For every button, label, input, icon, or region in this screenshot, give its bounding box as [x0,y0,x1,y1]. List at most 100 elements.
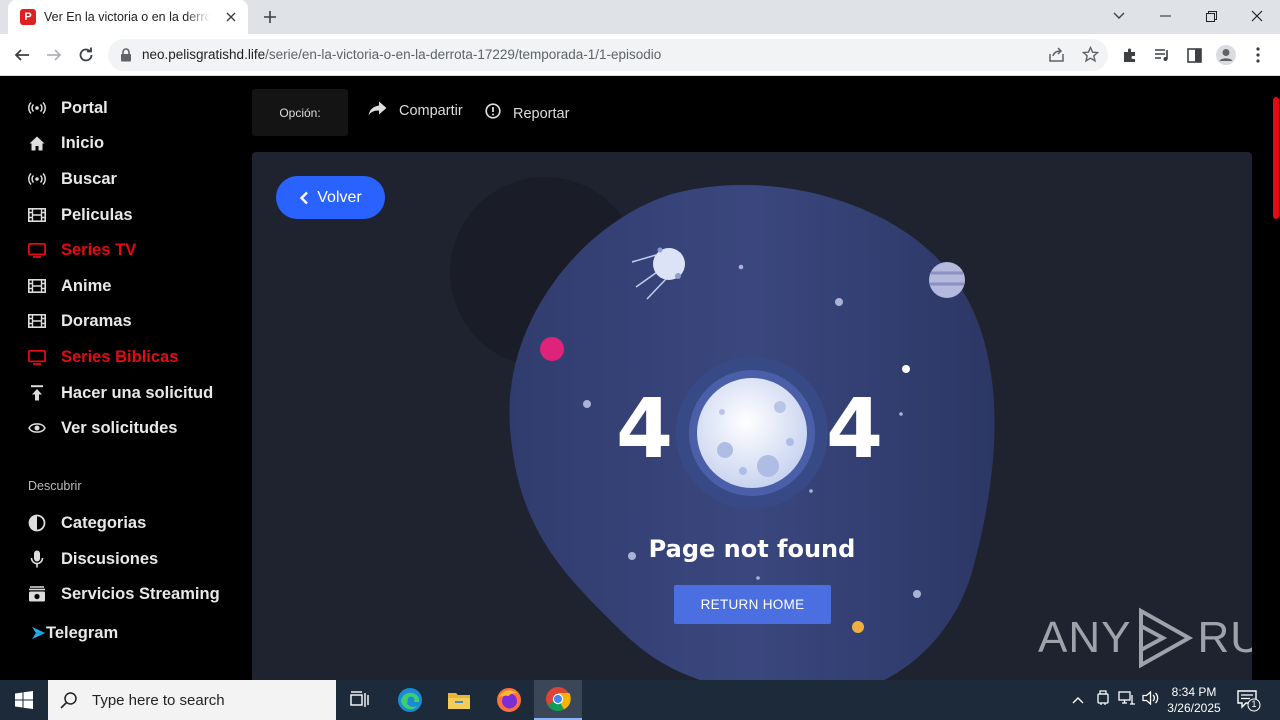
home-icon [28,134,46,152]
sidebar-item-series-tv[interactable]: Series TV [28,237,136,263]
sidebar-item-label: Discusiones [61,549,159,568]
anyrun-watermark: ANY RUN [1038,607,1252,669]
error-digit-left: 4 [616,382,674,477]
star-dot [913,590,921,598]
new-tab-button[interactable] [258,6,282,28]
broadcast-icon [28,99,46,117]
sidebar-item-label: Inicio [61,133,105,152]
film-icon [28,312,46,330]
site-favicon: P [20,9,36,25]
tab-strip: P Ver En la victoria o en la derrota [0,0,1280,34]
sidebar-item-servicios-streaming[interactable]: Servicios Streaming [28,581,220,607]
share-button[interactable]: Compartir [368,101,463,121]
notification-center-icon[interactable]: 1 [1232,688,1262,712]
reload-icon[interactable] [72,41,100,69]
windows-start-icon[interactable] [0,680,48,720]
minimize-button[interactable] [1142,0,1188,32]
sidebar-item-label: Servicios Streaming [61,584,220,603]
clock-date: 3/26/2025 [1167,701,1221,715]
report-label: Reportar [513,105,570,122]
sidebar-item-series-biblicas[interactable]: Series Biblicas [28,344,178,370]
broadcast-icon [28,170,46,188]
microphone-icon [28,550,46,568]
bookmark-star-icon[interactable] [1081,45,1100,68]
forward-arrow-icon[interactable] [40,41,68,69]
sidebar-item-hacer-solicitud[interactable]: Hacer una solicitud [28,380,213,406]
sidebar-item-peliculas[interactable]: Peliculas [28,202,133,228]
share-page-icon[interactable] [1048,46,1065,68]
sidebar-item-discusiones[interactable]: Discusiones [28,546,158,572]
star-dot [899,412,903,416]
sidebar-item-label: Buscar [61,169,117,188]
media-control-icon[interactable] [1148,41,1176,69]
clock-time: 8:34 PM [1171,685,1217,699]
sidebar-item-telegram[interactable]: Telegram [28,620,118,646]
sidebar-item-ver-solicitudes[interactable]: Ver solicitudes [28,415,177,441]
volume-icon[interactable] [1142,690,1160,711]
return-home-button[interactable]: RETURN HOME [674,585,831,624]
scrollbar-thumb[interactable] [1273,97,1279,219]
restore-button[interactable] [1188,0,1234,32]
extensions-icon[interactable] [1116,41,1144,69]
tab-close-icon[interactable] [222,8,240,26]
profile-avatar-icon[interactable] [1212,41,1240,69]
tab-title: Ver En la victoria o en la derrota [44,10,210,24]
edge-browser-icon[interactable] [386,680,434,720]
chrome-icon[interactable] [534,680,582,720]
sidebar-item-label: Portal [61,98,108,117]
watermark-text-left: ANY [1038,613,1132,662]
orange-planet-icon [852,621,864,633]
network-icon[interactable] [1118,690,1136,711]
tv-icon [28,241,46,259]
chevron-up-icon[interactable] [1072,691,1084,709]
side-panel-icon[interactable] [1180,41,1208,69]
notification-count: 1 [1251,699,1257,709]
sidebar-item-inicio[interactable]: Inicio [28,130,104,156]
menu-dots-icon[interactable] [1244,41,1272,69]
back-arrow-icon[interactable] [8,41,36,69]
browser-tab[interactable]: P Ver En la victoria o en la derrota [8,0,248,34]
file-explorer-icon[interactable] [435,680,483,720]
task-view-icon[interactable] [336,680,384,720]
firefox-icon[interactable] [485,680,533,720]
taskbar-clock[interactable]: 8:34 PM 3/26/2025 [1162,684,1226,716]
usb-device-icon[interactable] [1096,689,1110,711]
system-tray [1066,680,1160,720]
telegram-icon [28,624,46,642]
error-digit-right: 4 [826,382,884,477]
star-dot [583,400,591,408]
back-label: Volver [317,188,362,206]
star-dot [902,365,910,373]
sidebar-item-label: Series TV [61,240,137,259]
alert-circle-icon [485,103,501,124]
tab-search-icon[interactable] [1096,0,1142,32]
lock-icon[interactable] [120,48,132,62]
page-scrollbar[interactable] [1271,77,1280,680]
share-label: Compartir [399,103,463,119]
film-icon [28,277,46,295]
report-button[interactable]: Reportar [485,103,569,124]
web-page: Portal Inicio Buscar Peliculas Series TV… [0,77,1280,680]
ringed-planet-icon [929,262,965,298]
back-button[interactable]: Volver [276,176,385,219]
address-bar[interactable]: neo.pelisgratishd.life/serie/en-la-victo… [108,39,1108,71]
sidebar-item-label: Ver solicitudes [61,418,178,437]
sidebar-item-buscar[interactable]: Buscar [28,166,117,192]
pink-planet-icon [540,337,564,361]
search-placeholder: Type here to search [92,691,225,709]
sidebar: Portal Inicio Buscar Peliculas Series TV… [0,77,250,680]
url-text[interactable]: neo.pelisgratishd.life/serie/en-la-victo… [142,47,661,62]
sidebar-item-categorias[interactable]: Categorias [28,510,146,536]
taskbar-search-box[interactable]: Type here to search [48,680,336,720]
streaming-icon [28,585,46,603]
chevron-left-icon [300,191,309,204]
sidebar-item-doramas[interactable]: Doramas [28,308,132,334]
sidebar-item-anime[interactable]: Anime [28,273,111,299]
sidebar-item-portal[interactable]: Portal [28,95,108,121]
play-triangle-icon [1139,607,1194,669]
eye-icon [28,419,46,437]
star-dot [738,264,744,270]
option-selector[interactable]: Opción: [252,89,348,136]
close-window-button[interactable] [1234,0,1280,32]
windows-taskbar: Type here to search 8:34 PM 3/26/2025 1 [0,680,1280,720]
